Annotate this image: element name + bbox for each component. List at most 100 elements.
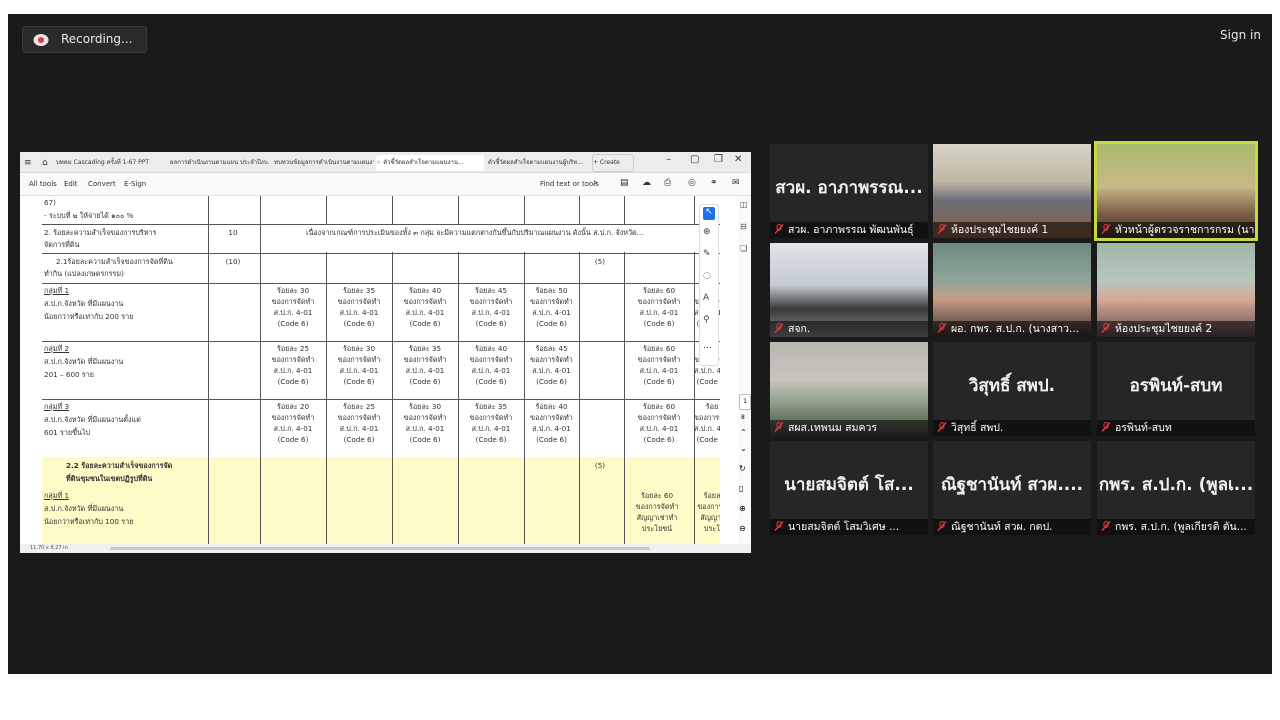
- target-percent: ร้อยละ 45: [535, 344, 568, 353]
- target-sub-line: ส.ป.ก. 4-01: [339, 424, 379, 433]
- pages-icon[interactable]: ❏: [740, 244, 747, 253]
- tool-esign[interactable]: E-Sign: [124, 180, 146, 188]
- target-percent: ร้อยละ 40: [408, 286, 442, 295]
- select-cursor-icon[interactable]: ↖: [703, 207, 715, 220]
- mic-muted-icon: [1101, 224, 1111, 234]
- participant-tile[interactable]: นายสมจิตต์ โส... นายสมจิตต์ โสมวิเศษ ...: [770, 441, 928, 535]
- comments-icon[interactable]: ◫: [740, 200, 748, 209]
- sign-in-link[interactable]: Sign in: [1220, 28, 1261, 42]
- participant-name: นายสมจิตต์ โสมวิเศษ ...: [788, 521, 900, 533]
- participant-tile[interactable]: ผอ. กพร. ส.ป.ก. (นางสาว...: [933, 243, 1091, 337]
- table-row: กลุ่มที่ 3 ส.ป.ก.จังหวัด ที่มีแผนงานตั้งแ…: [42, 399, 720, 458]
- participant-tile[interactable]: กพร. ส.ป.ก. (พูลเ... กพร. ส.ป.ก. (พูลเกีย…: [1097, 441, 1255, 535]
- text-box-icon[interactable]: A: [703, 293, 709, 303]
- link-icon[interactable]: ⚭: [710, 178, 718, 188]
- grid-line: [208, 196, 209, 544]
- lasso-icon[interactable]: ◌: [703, 271, 711, 281]
- g1-line2: น้อยกว่าหรือเท่ากับ 200 ราย: [44, 312, 134, 321]
- home-icon[interactable]: ⌂: [42, 155, 54, 171]
- g2-target-1: ร้อยละ 25 ของการจัดทำ ส.ป.ก. 4-01 (Code 6): [260, 343, 326, 387]
- save-icon[interactable]: ▤: [620, 178, 629, 188]
- participant-tile[interactable]: อรพินท์-สบท อรพินท์-สบท: [1097, 342, 1255, 436]
- row1-weight: 10: [228, 228, 238, 237]
- g3-target-2: ร้อยละ 25 ของการจัดทำ ส.ป.ก. 4-01 (Code 6): [326, 401, 392, 445]
- target-sub-line: (Code 6): [343, 435, 375, 444]
- tab-5[interactable]: ตัวชี้วัดผลสำเร็จตามแผนงานผู้บริห...: [488, 155, 588, 171]
- tab-2[interactable]: ผลการดำเนินงานตามแผน ประจำปีงบ...: [170, 155, 270, 171]
- page-down-icon[interactable]: ⌄: [740, 444, 747, 453]
- target-percent: ร้อยละ 60: [642, 344, 676, 353]
- maximize-icon[interactable]: ❐: [714, 154, 723, 165]
- tab-4[interactable]: ☆ ตัวชี้วัดผลสำเร็จตามแผนงาน...: [376, 155, 484, 171]
- tab-1[interactable]: บทคม Cascading ครั้งที่ 1-67 PPT: [56, 155, 166, 171]
- tool-edit[interactable]: Edit: [64, 180, 78, 188]
- target-sub-line: ส.ป.ก. 4-01: [532, 366, 571, 375]
- document-icon[interactable]: ▯: [739, 484, 743, 493]
- print-icon[interactable]: ⎙: [664, 178, 671, 188]
- pen-icon[interactable]: ✎: [703, 249, 711, 259]
- page-number-input[interactable]: 1: [739, 394, 751, 410]
- participant-tile[interactable]: สผส.เทพนม สมควร: [770, 342, 928, 436]
- search-icon[interactable]: ⌕: [593, 178, 598, 188]
- participant-tile[interactable]: ห้องประชุมไชยยงค์ 1: [933, 144, 1091, 238]
- floating-tool-palette: ↖ ⊕ ✎ ◌ A ⚲ …: [699, 204, 719, 366]
- refresh-icon[interactable]: ↻: [739, 464, 746, 473]
- participant-name-label: สวผ. อาภาพรรณ พัฒนพันธุ์: [770, 222, 928, 238]
- find-text[interactable]: Find text or tools: [540, 180, 599, 188]
- g4-v1-l2: สัญญาเช่าทำ: [636, 513, 678, 522]
- minimize-icon[interactable]: –: [666, 154, 671, 165]
- participant-tile[interactable]: สวผ. อาภาพรรณ... สวผ. อาภาพรรณ พัฒนพันธุ์: [770, 144, 928, 238]
- participant-tile[interactable]: ณิฐชานันท์ สวผ.... ณิฐชานันท์ สวผ. กตป.: [933, 441, 1091, 535]
- page-up-icon[interactable]: ⌃: [740, 428, 747, 437]
- g1-target-6: ร้อยละ 60 ของการจัดทำ ส.ป.ก. 4-01 (Code 6): [624, 285, 694, 329]
- more-icon[interactable]: …: [703, 341, 712, 351]
- horizontal-scrollbar[interactable]: [110, 547, 650, 550]
- target-percent: ร้อยละ 25: [276, 344, 310, 353]
- participant-display-name: วิสุทธิ์ สพป.: [968, 376, 1056, 396]
- participant-name: สจก.: [788, 323, 811, 335]
- menu-icon[interactable]: ≡: [24, 155, 36, 171]
- comment-add-icon[interactable]: ⊕: [703, 227, 711, 237]
- zoom-in-icon[interactable]: ⊕: [739, 504, 746, 513]
- restore-icon[interactable]: ▢: [690, 154, 699, 165]
- participant-name-label: นายสมจิตต์ โสมวิเศษ ...: [770, 519, 928, 535]
- row1-line2: จัดการที่ดิน: [44, 240, 80, 249]
- participant-tile[interactable]: วิสุทธิ์ สพป. วิสุทธิ์ สพป.: [933, 342, 1091, 436]
- bookmark-icon[interactable]: ⊟: [740, 222, 747, 231]
- g3-target-7: ร้อยของการจัดทำส.ป.ก. 4-01 (Code 6): [694, 401, 720, 445]
- target-sub-line: (Code 6): [536, 319, 567, 328]
- target-sub-line: (Code 6): [475, 319, 507, 328]
- row2-line2: ทำกิน (แปลงเกษตรกรรม): [44, 269, 124, 278]
- tool-all-tools[interactable]: All tools: [29, 180, 57, 188]
- email-icon[interactable]: ✉: [732, 178, 740, 188]
- zoom-out-icon[interactable]: ⊖: [739, 524, 746, 533]
- participant-tile[interactable]: สจก.: [770, 243, 928, 337]
- tool-convert[interactable]: Convert: [88, 180, 116, 188]
- g4-v1-l3: ประโยชน์: [641, 524, 673, 533]
- row3-line1: 2.2 ร้อยละความสำเร็จของการจัด: [66, 461, 173, 470]
- target-sub-line: (Code 6): [536, 435, 567, 444]
- mic-muted-icon: [937, 422, 947, 432]
- participant-name: อรพินท์-สบท: [1115, 422, 1172, 434]
- participant-name: ห้องประชุมไชยยงค์ 1: [951, 224, 1049, 236]
- tab-3[interactable]: ทบทวนข้อมูลการดำเนินงานตามแผนงาน (...: [274, 155, 374, 171]
- upload-icon[interactable]: ☁: [642, 178, 651, 188]
- stamp-icon[interactable]: ⚲: [703, 315, 710, 325]
- target-sub-line: (Code 6): [343, 319, 375, 328]
- g3-target-6: ร้อยละ 60 ของการจัดทำ ส.ป.ก. 4-01 (Code 6): [624, 401, 694, 445]
- participant-tile[interactable]: หัวหน้าผู้ตรวจราชการกรม (นา...: [1094, 141, 1258, 241]
- target-sub-line: ของการจัดทำ: [271, 413, 315, 422]
- pdf-page: 67) - ระบบที่ ๒ ให้จ่ายได้ ๑๐๐ % 2. ร้อย…: [20, 196, 720, 544]
- new-tab-button[interactable]: + Create: [592, 154, 634, 172]
- close-icon[interactable]: ✕: [734, 154, 742, 165]
- participant-tile[interactable]: ห้องประชุมไชยยงค์ 2: [1097, 243, 1255, 337]
- target-sub-line: ของการจัดทำ: [271, 355, 315, 364]
- target-percent: ร้อยละ 60: [642, 402, 676, 411]
- ai-icon[interactable]: ◎: [688, 178, 696, 188]
- recording-indicator[interactable]: Recording...: [22, 26, 147, 53]
- target-sub-line: ส.ป.ก. 4-01: [532, 308, 571, 317]
- target-percent: ร้อย: [705, 402, 719, 411]
- meeting-area: Recording... Sign in ≡ ⌂ บทคม Cascading …: [8, 14, 1272, 674]
- mic-muted-icon: [1101, 521, 1111, 531]
- target-sub-line: ส.ป.ก. 4-01: [339, 308, 379, 317]
